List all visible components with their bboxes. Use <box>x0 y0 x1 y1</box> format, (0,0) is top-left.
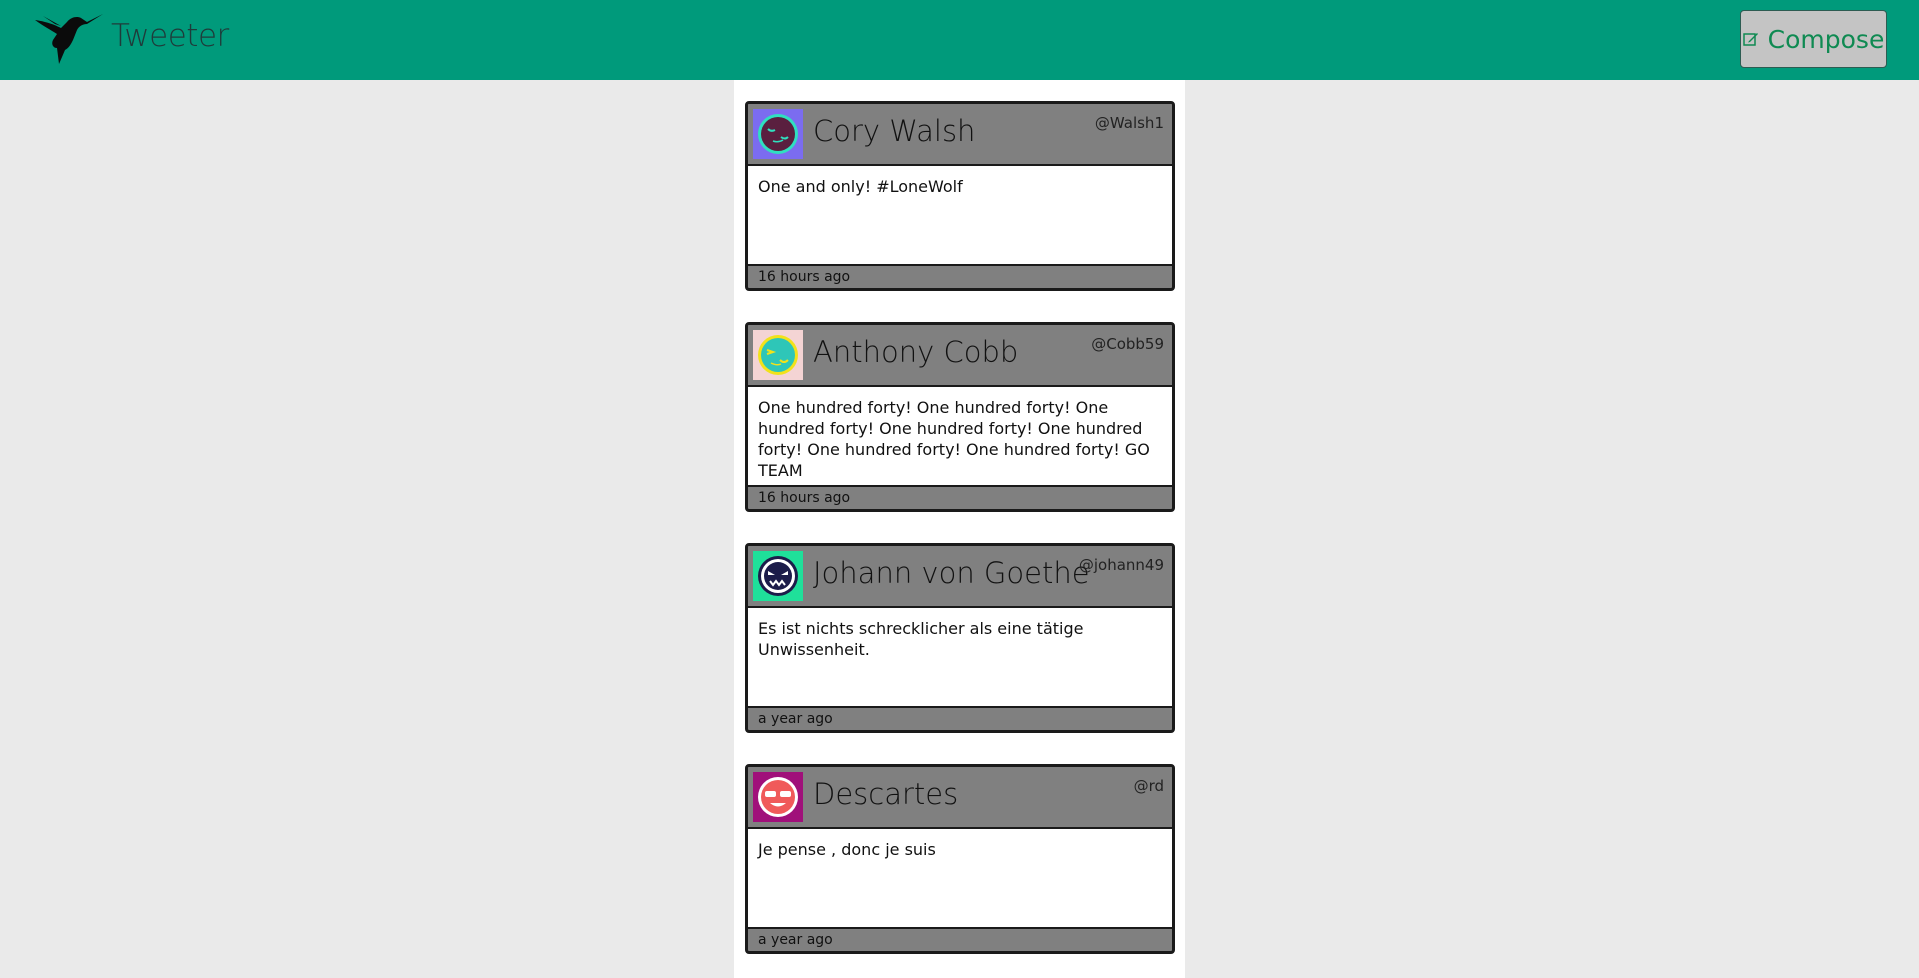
avatar[interactable] <box>753 551 803 601</box>
tweet-text: One hundred forty! One hundred forty! On… <box>748 387 1172 487</box>
tweet-card: Cory Walsh @Walsh1 One and only! #LoneWo… <box>745 101 1175 291</box>
tweet-text: Je pense , donc je suis <box>748 829 1172 929</box>
tweet-header: Descartes @rd <box>748 767 1172 829</box>
avatar-face-icon <box>753 772 803 822</box>
brand-title[interactable]: Tweeter <box>111 18 229 54</box>
tweet-feed: Cory Walsh @Walsh1 One and only! #LoneWo… <box>734 80 1185 978</box>
tweet-text: One and only! #LoneWolf <box>748 166 1172 266</box>
edit-icon <box>1742 33 1758 46</box>
avatar[interactable] <box>753 330 803 380</box>
author-handle: @rd <box>1133 777 1164 795</box>
author-name: Cory Walsh <box>813 114 976 148</box>
tweet-header: Johann von Goethe @johann49 <box>748 546 1172 608</box>
tweet-timestamp: 16 hours ago <box>758 269 851 285</box>
compose-label: Compose <box>1767 24 1885 54</box>
avatar-face-icon <box>753 109 803 159</box>
tweet-timestamp: 16 hours ago <box>758 490 851 506</box>
author-handle: @Walsh1 <box>1094 114 1164 132</box>
author-name: Anthony Cobb <box>813 335 1019 369</box>
avatar-face-icon <box>753 551 803 601</box>
tweet-card: Anthony Cobb @Cobb59 One hundred forty! … <box>745 322 1175 512</box>
tweet-text: Es ist nichts schrecklicher als eine tät… <box>748 608 1172 708</box>
avatar[interactable] <box>753 109 803 159</box>
tweet-header: Cory Walsh @Walsh1 <box>748 104 1172 166</box>
author-name: Descartes <box>813 777 959 811</box>
hummingbird-icon[interactable] <box>31 8 104 66</box>
avatar-face-icon <box>753 330 803 380</box>
avatar[interactable] <box>753 772 803 822</box>
author-handle: @Cobb59 <box>1091 335 1164 353</box>
author-handle: @johann49 <box>1078 556 1164 574</box>
top-navbar: Tweeter Compose <box>0 0 1919 80</box>
tweet-card: Descartes @rd Je pense , donc je suis a … <box>745 764 1175 954</box>
author-name: Johann von Goethe <box>813 556 1090 590</box>
tweet-timestamp: a year ago <box>758 932 833 948</box>
compose-button[interactable]: Compose <box>1740 10 1887 68</box>
tweet-card: Johann von Goethe @johann49 Es ist nicht… <box>745 543 1175 733</box>
tweet-timestamp: a year ago <box>758 711 833 727</box>
tweet-header: Anthony Cobb @Cobb59 <box>748 325 1172 387</box>
